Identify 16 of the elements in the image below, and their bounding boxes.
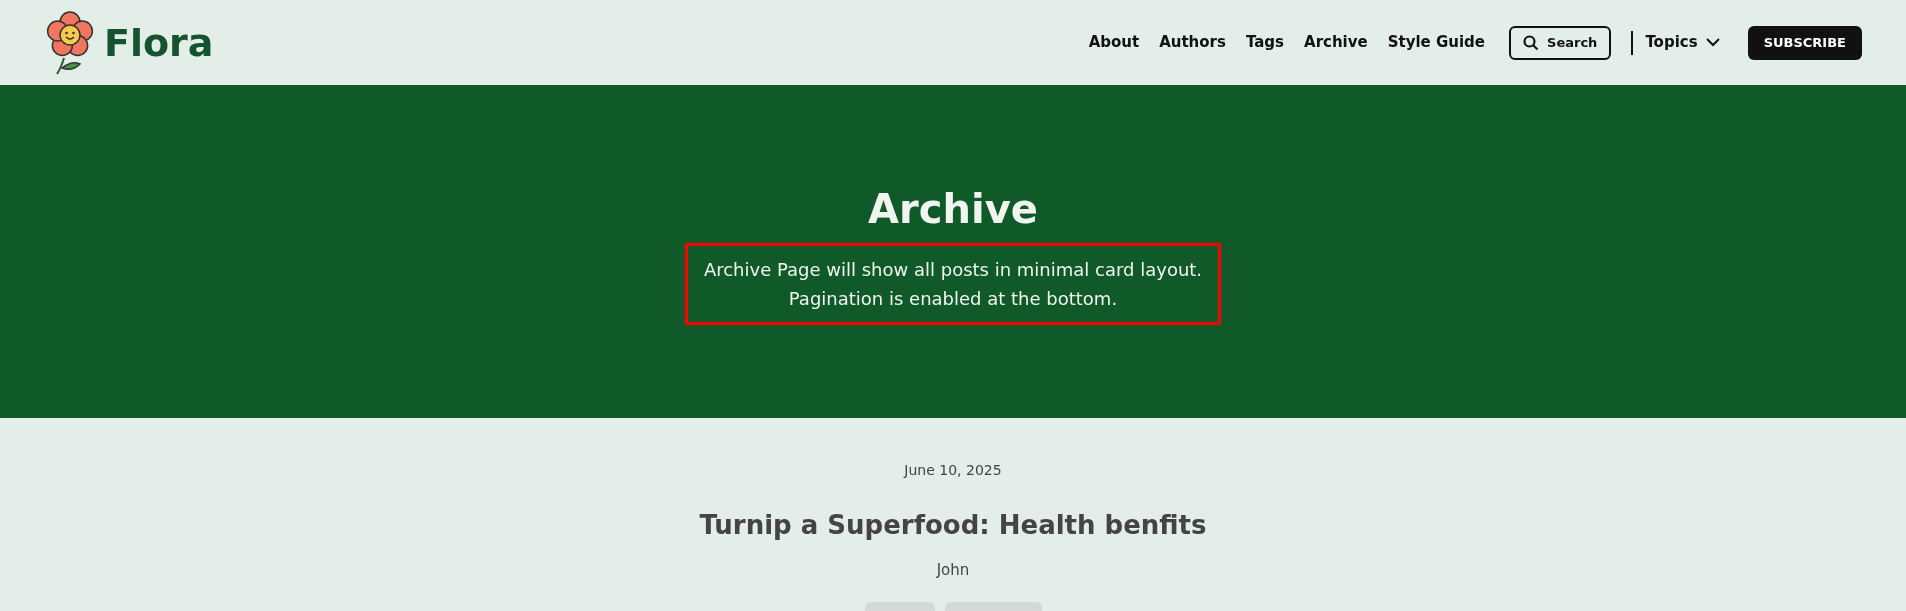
subscribe-button[interactable]: SUBSCRIBE xyxy=(1747,25,1862,60)
nav-link[interactable]: About xyxy=(1088,31,1140,54)
nav-link[interactable]: Archive xyxy=(1304,31,1368,54)
site-logo-text[interactable]: Flora xyxy=(104,23,214,62)
chevron-down-icon xyxy=(1705,38,1720,47)
page-title: Archive xyxy=(868,188,1038,229)
post-title[interactable]: Turnip a Superfood: Health benfits xyxy=(699,506,1207,545)
search-button[interactable]: Search xyxy=(1509,25,1612,60)
post-date: June 10, 2025 xyxy=(904,461,1002,480)
nav-link[interactable]: Style Guide xyxy=(1387,31,1486,54)
nav-link[interactable]: Authors xyxy=(1159,31,1226,54)
search-icon xyxy=(1523,34,1540,51)
nav-link[interactable]: Tags xyxy=(1245,31,1285,54)
post-author: John xyxy=(936,560,970,581)
page-description: Archive Page will show all posts in minimal card layout. Pagination is enabled at the bottom. xyxy=(684,242,1222,325)
topics-menu[interactable]: Topics xyxy=(1645,31,1720,54)
